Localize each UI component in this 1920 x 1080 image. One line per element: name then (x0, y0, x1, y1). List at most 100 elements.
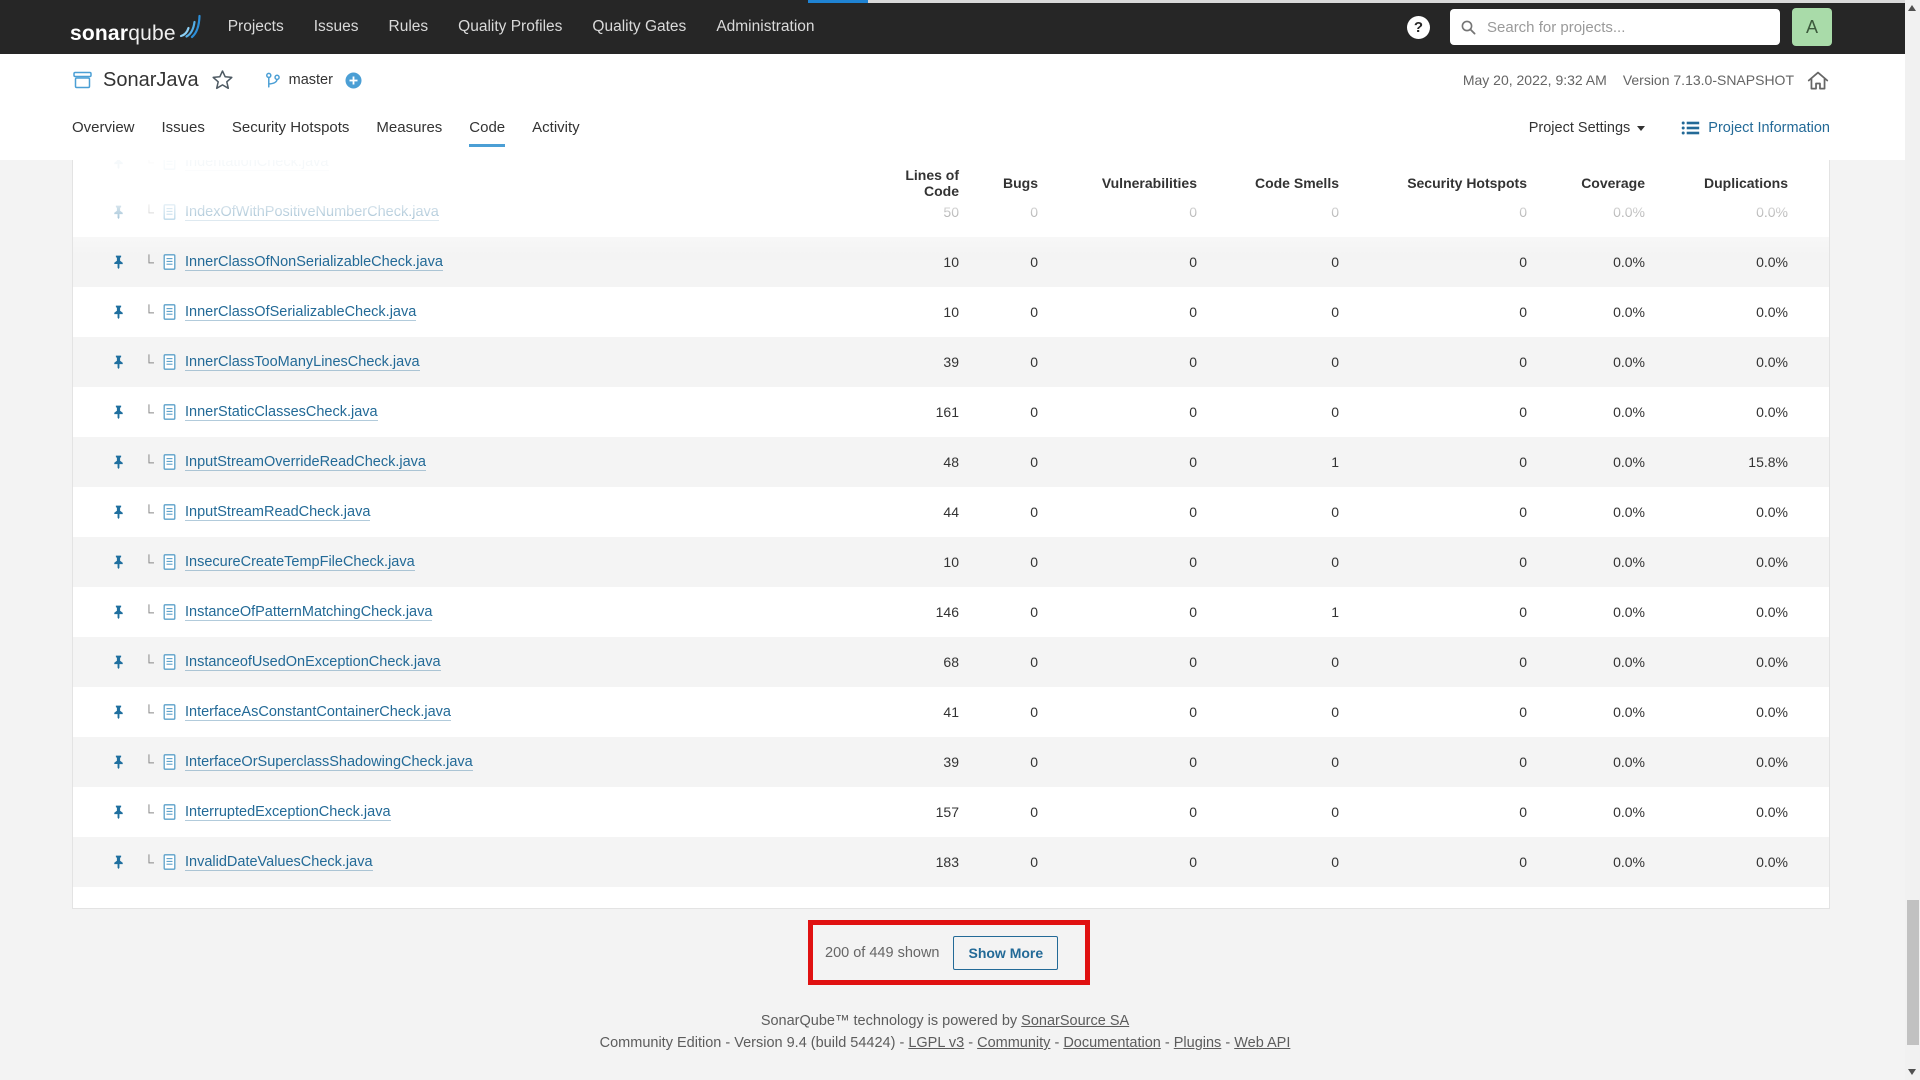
file-link[interactable]: InnerClassOfNonSerializableCheck.java (185, 254, 443, 271)
file-link[interactable]: InvalidDateValuesCheck.java (185, 854, 373, 871)
cell-code-smells: 0 (1331, 754, 1339, 770)
file-link[interactable]: InputStreamReadCheck.java (185, 504, 371, 521)
global-nav-item-quality-gates[interactable]: Quality Gates (592, 18, 686, 35)
cell-vulnerabilities: 0 (1189, 254, 1197, 270)
search-input[interactable] (1485, 17, 1770, 37)
file-link[interactable]: InnerStaticClassesCheck.java (185, 404, 378, 421)
branch-name[interactable]: master (289, 72, 333, 88)
pagination-count: 200 of 449 shown (825, 944, 940, 961)
file-link[interactable]: InnerClassOfSerializableCheck.java (185, 304, 417, 321)
vertical-scrollbar[interactable] (1905, 0, 1920, 1080)
code-table-header: Lines of Code Bugs Vulnerabilities Code Sme… (73, 160, 1829, 206)
footer-link-documentation[interactable]: Documentation (1063, 1035, 1161, 1051)
cell-code-smells: 0 (1331, 354, 1339, 370)
col-bugs: Bugs (1003, 175, 1038, 191)
project-header: SonarJava master May 20, 2022, 9:32 AM V… (0, 54, 1920, 160)
cell-bugs: 0 (1030, 504, 1038, 520)
pin-icon[interactable] (111, 554, 126, 570)
analysis-date: May 20, 2022, 9:32 AM (1462, 72, 1607, 88)
file-link[interactable]: InterruptedExceptionCheck.java (185, 804, 391, 821)
cell-vulnerabilities: 0 (1189, 704, 1197, 720)
table-row: └ InputStreamReadCheck.java 44 0 0 0 0 0… (73, 487, 1829, 537)
global-nav-item-quality-profiles[interactable]: Quality Profiles (458, 18, 562, 35)
footer-link-plugins[interactable]: Plugins (1174, 1035, 1222, 1051)
file-link[interactable]: InstanceOfPatternMatchingCheck.java (185, 604, 433, 621)
scroll-up-arrow-icon[interactable] (1908, 5, 1916, 11)
tab-issues[interactable]: Issues (162, 119, 205, 136)
global-search[interactable] (1450, 9, 1780, 45)
file-link[interactable]: InstanceofUsedOnExceptionCheck.java (185, 654, 441, 671)
project-settings-dropdown[interactable]: Project Settings (1529, 120, 1646, 136)
add-branch-icon[interactable] (345, 72, 362, 89)
file-link[interactable]: InnerClassTooManyLinesCheck.java (185, 354, 420, 371)
file-link[interactable]: InsecureCreateTempFileCheck.java (185, 554, 415, 571)
home-icon[interactable] (1806, 69, 1830, 92)
pin-icon[interactable] (111, 354, 126, 370)
tab-security-hotspots[interactable]: Security Hotspots (232, 119, 350, 136)
pin-icon[interactable] (111, 654, 126, 670)
pin-icon[interactable] (111, 604, 126, 620)
cell-vulnerabilities: 0 (1189, 304, 1197, 320)
scrollbar-thumb[interactable] (1906, 900, 1919, 1045)
file-link[interactable]: InterfaceAsConstantContainerCheck.java (185, 704, 451, 721)
cell-vulnerabilities: 0 (1189, 404, 1197, 420)
project-title: SonarJava (103, 68, 199, 91)
cell-code-smells: 0 (1331, 254, 1339, 270)
file-icon (162, 454, 177, 470)
pin-icon[interactable] (111, 754, 126, 770)
tab-measures[interactable]: Measures (376, 119, 442, 136)
tab-overview[interactable]: Overview (72, 119, 135, 136)
table-row: └ InstanceOfPatternMatchingCheck.java 14… (73, 587, 1829, 637)
project-information-button[interactable]: Project Information (1673, 119, 1830, 137)
table-row: └ InnerStaticClassesCheck.java 161 0 0 0… (73, 387, 1829, 437)
pin-icon[interactable] (111, 704, 126, 720)
favorite-star-icon[interactable] (211, 69, 234, 91)
pin-icon[interactable] (111, 254, 126, 270)
col-security-hotspots: Security Hotspots (1407, 175, 1527, 191)
help-icon[interactable]: ? (1407, 15, 1430, 39)
footer-link-web-api[interactable]: Web API (1234, 1035, 1290, 1051)
cell-duplications: 0.0% (1756, 754, 1788, 770)
pin-icon[interactable] (111, 304, 126, 320)
file-link[interactable]: IndexOfWithPositiveNumberCheck.java (185, 204, 439, 221)
tree-branch-glyph: └ (144, 254, 154, 270)
file-link[interactable]: InputStreamOverrideReadCheck.java (185, 454, 426, 471)
global-nav-item-issues[interactable]: Issues (314, 18, 359, 35)
cell-security-hotspots: 0 (1519, 404, 1527, 420)
file-icon (162, 754, 177, 770)
global-nav-item-projects[interactable]: Projects (228, 18, 284, 35)
global-nav-item-rules[interactable]: Rules (389, 18, 429, 35)
cell-vulnerabilities: 0 (1189, 604, 1197, 620)
cell-duplications: 0.0% (1756, 654, 1788, 670)
footer-line-2: Community Edition - Version 9.4 (build 5… (599, 1035, 1291, 1051)
avatar[interactable]: A (1792, 8, 1832, 46)
navbar-right: ? A (1407, 8, 1832, 46)
tab-code[interactable]: Code (469, 119, 505, 136)
sonarsource-link[interactable]: SonarSource SA (1021, 1013, 1129, 1029)
code-page-content: └ IndentationCheck.java └ IndexOfWithPos… (0, 160, 1920, 1080)
cell-lines-of-code: 68 (943, 654, 959, 670)
show-more-button[interactable]: Show More (953, 935, 1059, 970)
cell-vulnerabilities: 0 (1189, 554, 1197, 570)
cell-coverage: 0.0% (1613, 404, 1645, 420)
pin-icon[interactable] (111, 204, 126, 220)
global-nav-item-administration[interactable]: Administration (716, 18, 814, 35)
cell-bugs: 0 (1030, 454, 1038, 470)
pin-icon[interactable] (111, 854, 126, 870)
pin-icon[interactable] (111, 454, 126, 470)
file-link[interactable]: InterfaceOrSuperclassShadowingCheck.java (185, 754, 473, 771)
pin-icon[interactable] (111, 504, 126, 520)
cell-duplications: 15.8% (1748, 454, 1788, 470)
footer-link-community[interactable]: Community (977, 1035, 1050, 1051)
pin-icon[interactable] (111, 404, 126, 420)
tab-activity[interactable]: Activity (532, 119, 580, 136)
cell-lines-of-code: 10 (943, 554, 959, 570)
cell-duplications: 0.0% (1756, 404, 1788, 420)
project-information-label: Project Information (1708, 120, 1830, 136)
scroll-down-arrow-icon[interactable] (1908, 1069, 1916, 1075)
cell-code-smells: 0 (1331, 554, 1339, 570)
footer-link-lgpl-v3[interactable]: LGPL v3 (908, 1035, 964, 1051)
cell-code-smells: 0 (1331, 804, 1339, 820)
pin-icon[interactable] (111, 804, 126, 820)
sonarqube-logo[interactable]: sonar qube (70, 9, 202, 46)
